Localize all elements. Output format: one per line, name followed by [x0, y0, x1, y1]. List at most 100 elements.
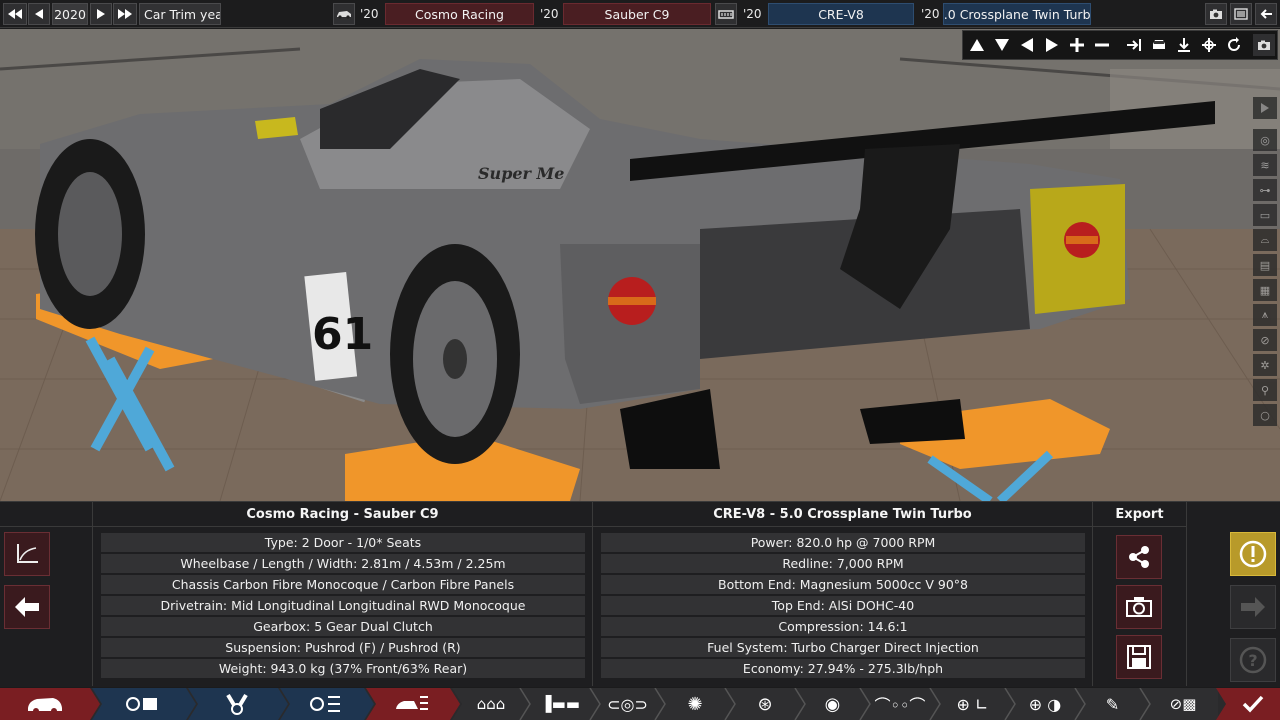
first-year-button[interactable]	[3, 3, 27, 25]
side-tool-brake[interactable]: ⊘	[1253, 329, 1277, 351]
arrow-up-icon	[970, 39, 984, 51]
car-spec-type: Type: 2 Door - 1/0* Seats	[101, 533, 585, 552]
exit-arrow-icon	[1260, 9, 1272, 19]
tab-car[interactable]	[0, 688, 90, 720]
gear-icon: ✲	[1260, 358, 1270, 372]
tab-seats[interactable]: ⌂⌂⌂	[462, 688, 520, 720]
back-button[interactable]	[4, 585, 50, 629]
camera-move-button[interactable]	[1198, 34, 1220, 56]
last-year-button[interactable]	[113, 3, 137, 25]
engine-folder-icon	[126, 697, 157, 711]
company-field[interactable]: Cosmo Racing	[385, 3, 534, 25]
camera-down-button[interactable]	[991, 34, 1013, 56]
variant-year: '20	[921, 7, 940, 21]
interior-icon: ▤	[1259, 258, 1271, 272]
tab-results[interactable]: ⊘▩	[1150, 688, 1216, 720]
engine-block-icon	[718, 10, 734, 19]
side-tool-bar[interactable]: ▭	[1253, 204, 1277, 226]
tab-interior[interactable]: ⊕ ∟	[940, 688, 1005, 720]
divider	[1186, 502, 1187, 686]
camera-left-button[interactable]	[1016, 34, 1038, 56]
tab-engine-family[interactable]	[100, 688, 186, 720]
side-tool-circle[interactable]: ○	[1253, 404, 1277, 426]
svg-text:?: ?	[1248, 651, 1257, 670]
camera-reset-button[interactable]	[1223, 34, 1245, 56]
side-tool-spring[interactable]: ≋	[1253, 154, 1277, 176]
side-tool-body[interactable]: ⌓	[1253, 229, 1277, 251]
engine-icon-button[interactable]	[715, 3, 737, 25]
rotate-icon	[1228, 37, 1240, 51]
tab-engine-tune[interactable]	[288, 688, 364, 720]
model-year: '20	[360, 7, 379, 21]
camera-side-button[interactable]	[1123, 34, 1145, 56]
share-button[interactable]	[1116, 535, 1162, 579]
zoom-in-button[interactable]	[1066, 34, 1088, 56]
tab-testing[interactable]: ⊕ ◑	[1015, 688, 1075, 720]
warning-button[interactable]	[1230, 532, 1276, 576]
car-scene-illustration: 61 Super Me	[0, 29, 1280, 501]
plus-icon	[1070, 38, 1084, 52]
camera-up-button[interactable]	[966, 34, 988, 56]
zoom-out-button[interactable]	[1091, 34, 1113, 56]
engine-family-year: '20	[743, 7, 762, 21]
tab-finish[interactable]	[1226, 688, 1280, 720]
tab-drivetrain[interactable]: ▐▬▬	[530, 688, 590, 720]
arrow-left-bold-icon	[15, 597, 39, 617]
triangle-left-icon	[35, 9, 43, 19]
camera-front-button[interactable]	[1148, 34, 1170, 56]
variant-field[interactable]: 5.0 Crossplane Twin Turbo	[943, 3, 1091, 25]
side-tool-chassis[interactable]: ⊶	[1253, 179, 1277, 201]
side-tool-lift[interactable]: ⩚	[1253, 304, 1277, 326]
camera-icon	[1210, 9, 1222, 19]
divider	[0, 526, 1186, 527]
export-photo-button[interactable]	[1116, 585, 1162, 629]
side-tool-wheel[interactable]: ◎	[1253, 129, 1277, 151]
model-icon-button[interactable]	[333, 3, 355, 25]
exit-button[interactable]	[1255, 3, 1277, 25]
save-button[interactable]	[1116, 635, 1162, 679]
engine-family-field[interactable]: CRE-V8	[768, 3, 914, 25]
side-panel-toggle[interactable]	[1253, 97, 1277, 119]
wheel-icon: ◎	[1260, 133, 1270, 147]
screenshot-button[interactable]	[1205, 3, 1227, 25]
tab-wheels[interactable]: ⊛	[735, 688, 795, 720]
graph-button[interactable]	[4, 532, 50, 576]
tab-body[interactable]: ⊂◎⊃	[600, 688, 655, 720]
checkmark-icon	[1242, 695, 1264, 713]
platform-field[interactable]: Sauber C9	[563, 3, 711, 25]
arrow-left-icon	[1021, 38, 1033, 52]
side-tool-driver[interactable]: ⚲	[1253, 379, 1277, 401]
car-spec-weight: Weight: 943.0 kg (37% Front/63% Rear)	[101, 659, 585, 678]
next-button[interactable]	[1230, 585, 1276, 629]
car-spec-chassis: Chassis Carbon Fibre Monocoque / Carbon …	[101, 575, 585, 594]
tab-engine-design[interactable]	[196, 688, 278, 720]
car-3d-viewport[interactable]: 61 Super Me ◎ ≋ ⊶ ▭ ⌓ ▤ ▦ ⩚ ⊘ ✲ ⚲ ○	[0, 29, 1280, 501]
tab-aero[interactable]: ✺	[665, 688, 725, 720]
year-field[interactable]: 2020	[52, 3, 88, 25]
tab-suspension[interactable]: ⌒◦◦⌒	[870, 688, 930, 720]
tab-paint[interactable]: ✎	[1085, 688, 1140, 720]
engine-title: CRE-V8 - 5.0 Crossplane Twin Turbo	[713, 507, 972, 522]
list-button[interactable]	[1230, 3, 1252, 25]
arrow-to-bar-icon	[1127, 39, 1141, 51]
tab-brakes[interactable]: ◉	[805, 688, 860, 720]
steering-seat-icon: ⊕ ∟	[956, 694, 989, 714]
camera-right-button[interactable]	[1041, 34, 1063, 56]
engine-spec-redline: Redline: 7,000 RPM	[601, 554, 1085, 573]
camera-toolbar	[962, 30, 1278, 60]
help-button[interactable]: ?	[1230, 638, 1276, 682]
bar-icon: ▭	[1259, 208, 1271, 222]
side-tool-gear[interactable]: ✲	[1253, 354, 1277, 376]
trim-year-label: Car Trim year	[139, 3, 221, 25]
next-year-button[interactable]	[90, 3, 112, 25]
divider	[1092, 502, 1093, 686]
camera-top-button[interactable]	[1173, 34, 1195, 56]
camera-icon	[1126, 597, 1152, 617]
side-tool-interior[interactable]: ▤	[1253, 254, 1277, 276]
camera-photo-button[interactable]	[1253, 34, 1275, 56]
prev-year-button[interactable]	[28, 3, 50, 25]
help-icon: ?	[1239, 646, 1267, 674]
side-tool-grille[interactable]: ▦	[1253, 279, 1277, 301]
seats-icon: ⌂⌂⌂	[476, 695, 506, 713]
tab-trim[interactable]	[374, 688, 450, 720]
